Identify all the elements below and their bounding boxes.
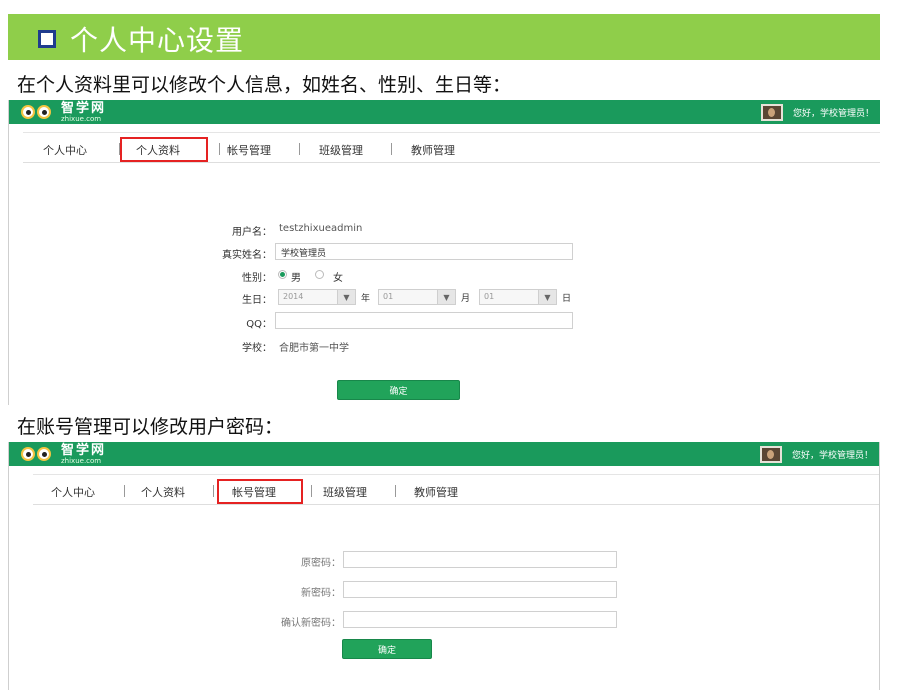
- gender-label: 性别：: [242, 273, 272, 284]
- username-label: 用户名：: [232, 227, 272, 238]
- avatar[interactable]: [759, 445, 782, 463]
- logo-domain: zhixue.com: [61, 456, 102, 465]
- app-header: 智学网 zhixue.com 您好，学校管理员！: [9, 100, 880, 124]
- gender-male-label: 男: [291, 273, 301, 284]
- new-password-input[interactable]: [343, 581, 617, 598]
- tab-personal-center[interactable]: 个人中心: [51, 484, 95, 500]
- birthday-label: 生日：: [242, 295, 272, 306]
- username-value: testzhixueadmin: [279, 223, 363, 234]
- highlight-box: [217, 479, 303, 504]
- square-bullet-icon: [38, 30, 56, 48]
- tab-teacher[interactable]: 教师管理: [414, 484, 458, 500]
- realname-input[interactable]: 学校管理员: [275, 243, 573, 260]
- month-unit: 月: [461, 294, 471, 304]
- tab-profile[interactable]: 个人资料: [141, 484, 185, 500]
- tab-bar: 个人中心 个人资料 帐号管理 班级管理 教师管理: [33, 475, 879, 505]
- owl-logo-icon: [19, 444, 55, 464]
- owl-logo-icon: [19, 102, 55, 122]
- realname-label: 真实姓名：: [222, 250, 272, 261]
- account-content: 个人中心 个人资料 帐号管理 班级管理 教师管理 原密码： 新密码： 确认新密码…: [33, 474, 879, 690]
- password-submit-button[interactable]: 确定: [342, 639, 432, 659]
- new-password-label: 新密码：: [301, 588, 341, 599]
- caption-profile: 在个人资料里可以修改个人信息，如姓名、性别、生日等：: [17, 74, 512, 96]
- confirm-password-label: 确认新密码：: [281, 618, 341, 629]
- highlight-box: [120, 137, 208, 162]
- greeting-text: 您好，学校管理员！: [792, 108, 874, 119]
- profile-content: 个人中心 个人资料 帐号管理 班级管理 教师管理 用户名： testzhixue…: [23, 132, 880, 405]
- account-screenshot: 智学网 zhixue.com 您好，学校管理员！ 个人中心 个人资料 帐号管理 …: [8, 442, 880, 690]
- qq-input[interactable]: [275, 312, 573, 329]
- logo-domain: zhixue.com: [61, 114, 102, 123]
- app-header: 智学网 zhixue.com 您好，学校管理员！: [9, 442, 879, 466]
- tab-personal-center[interactable]: 个人中心: [43, 142, 87, 158]
- day-select[interactable]: 01 ▼: [479, 289, 557, 305]
- gender-female-radio[interactable]: [315, 270, 324, 279]
- month-select[interactable]: 01 ▼: [378, 289, 456, 305]
- year-unit: 年: [361, 294, 371, 304]
- logo[interactable]: 智学网 zhixue.com: [19, 101, 106, 123]
- day-unit: 日: [562, 294, 572, 304]
- logo-name: 智学网: [61, 100, 107, 116]
- chevron-down-icon: ▼: [337, 290, 355, 304]
- confirm-password-input[interactable]: [343, 611, 617, 628]
- gender-female-label: 女: [333, 273, 343, 284]
- tab-class[interactable]: 班级管理: [319, 142, 363, 158]
- logo[interactable]: 智学网 zhixue.com: [19, 443, 106, 465]
- slide-title: 个人中心设置: [70, 24, 245, 57]
- caption-account: 在账号管理可以修改用户密码：: [17, 416, 284, 438]
- year-select[interactable]: 2014 ▼: [278, 289, 356, 305]
- profile-screenshot: 智学网 zhixue.com 您好，学校管理员！ 个人中心 个人资料 帐号管理 …: [8, 100, 880, 405]
- gender-male-radio[interactable]: [278, 270, 287, 279]
- tab-teacher[interactable]: 教师管理: [411, 142, 455, 158]
- tab-bar: 个人中心 个人资料 帐号管理 班级管理 教师管理: [23, 133, 880, 163]
- tab-account[interactable]: 帐号管理: [227, 142, 271, 158]
- logo-name: 智学网: [61, 442, 107, 458]
- greeting-text: 您好，学校管理员！: [791, 450, 873, 461]
- qq-label: QQ：: [246, 319, 272, 330]
- old-password-label: 原密码：: [301, 558, 341, 569]
- old-password-input[interactable]: [343, 551, 617, 568]
- school-label: 学校：: [242, 343, 272, 354]
- tab-class[interactable]: 班级管理: [323, 484, 367, 500]
- avatar[interactable]: [760, 103, 783, 121]
- chevron-down-icon: ▼: [437, 290, 455, 304]
- slide-title-bar: 个人中心设置: [8, 14, 880, 60]
- school-value: 合肥市第一中学: [279, 343, 349, 354]
- chevron-down-icon: ▼: [538, 290, 556, 304]
- profile-submit-button[interactable]: 确定: [337, 380, 460, 400]
